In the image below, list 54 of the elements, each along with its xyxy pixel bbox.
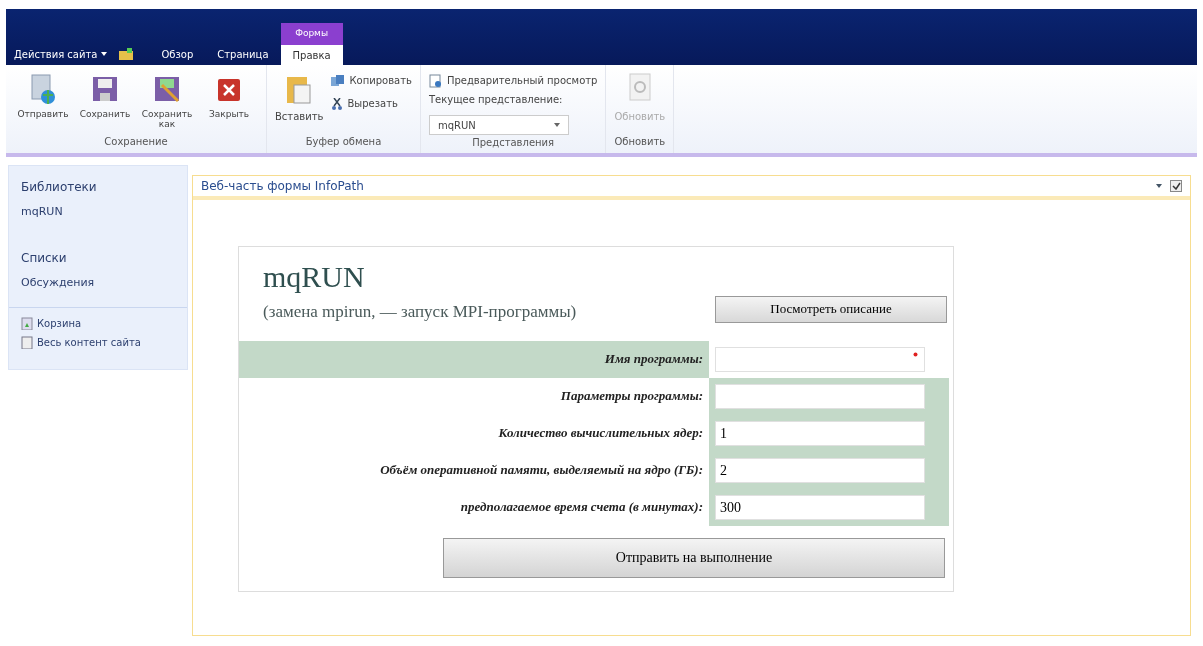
scissors-icon <box>331 97 344 110</box>
view-dropdown[interactable]: mqRUN <box>428 115 569 135</box>
input-field[interactable]: 1 <box>715 420 925 446</box>
field-label: Параметры программы: <box>560 387 703 406</box>
sidebar-link[interactable]: Корзина <box>21 316 175 331</box>
group-label: Представления <box>471 136 556 150</box>
input-field[interactable] <box>715 383 925 409</box>
view-label: Текущее представление: <box>428 93 564 107</box>
submit-button[interactable]: Отправить на выполнение <box>443 537 945 578</box>
field-label: Объём оперативной памяти, выделяемый на ядро (ГБ): <box>380 461 703 480</box>
field-label: предполагаемое время счета (в минутах): <box>460 498 703 517</box>
input-field[interactable]: 300 <box>715 494 925 520</box>
copy-button[interactable]: Копировать <box>331 73 412 88</box>
site-actions-menu[interactable]: Действия сайта <box>14 43 108 65</box>
field-label: Имя программы: <box>604 350 703 369</box>
caret-icon[interactable] <box>1156 184 1162 188</box>
bin-icon <box>21 317 33 330</box>
refresh-document-icon <box>628 73 651 101</box>
describe-button[interactable]: Посмотреть описание <box>715 295 947 323</box>
web-part-checkbox[interactable] <box>1170 180 1182 192</box>
caret-icon <box>101 52 108 56</box>
ribbon-button[interactable]: Закрыть <box>200 73 258 129</box>
ribbon-button[interactable]: Отправить <box>14 73 72 129</box>
check-icon <box>1171 182 1181 190</box>
sidebar-link[interactable]: Весь контент сайта <box>21 335 175 350</box>
ribbon-button[interactable]: Сохранить <box>76 73 134 129</box>
sidebar-link[interactable]: Обсуждения <box>21 274 175 291</box>
required-icon <box>913 351 918 357</box>
form-subtitle: (замена mpirun, — запуск MPI-программы) <box>263 301 577 323</box>
group-label: Буфер обмена <box>304 135 383 149</box>
ribbon-tab[interactable]: Правка <box>280 43 343 65</box>
folder-icon[interactable] <box>119 48 134 60</box>
sidebar-link[interactable]: mqRUN <box>21 204 175 221</box>
field-label: Количество вычислительных ядер: <box>498 424 703 443</box>
form-title: mqRUN <box>263 259 366 295</box>
web-part-title: Веб-часть формы InfoPath <box>201 178 364 195</box>
cut-button[interactable]: Вырезать <box>331 96 412 111</box>
ribbon-button[interactable]: Сохранить как <box>138 73 196 129</box>
caret-icon <box>553 123 560 127</box>
document-icon <box>21 336 33 349</box>
sidebar-link[interactable]: Списки <box>21 248 175 267</box>
preview-icon <box>428 73 443 88</box>
document-globe-icon <box>28 73 58 105</box>
context-tab-label: Формы <box>280 23 343 43</box>
group-label: Сохранение <box>103 135 169 149</box>
copy-icon <box>331 74 346 87</box>
input-field[interactable] <box>715 346 925 372</box>
ribbon-tab[interactable]: Страница <box>205 43 281 65</box>
preview-button[interactable]: Предварительный просмотр <box>428 73 598 88</box>
group-label: Обновить <box>614 135 666 149</box>
input-field[interactable]: 2 <box>715 457 925 483</box>
ribbon-tab[interactable]: Обзор <box>149 43 206 65</box>
sidebar-link[interactable]: Библиотеки <box>21 178 175 196</box>
paste-button[interactable]: Вставить <box>275 73 324 124</box>
